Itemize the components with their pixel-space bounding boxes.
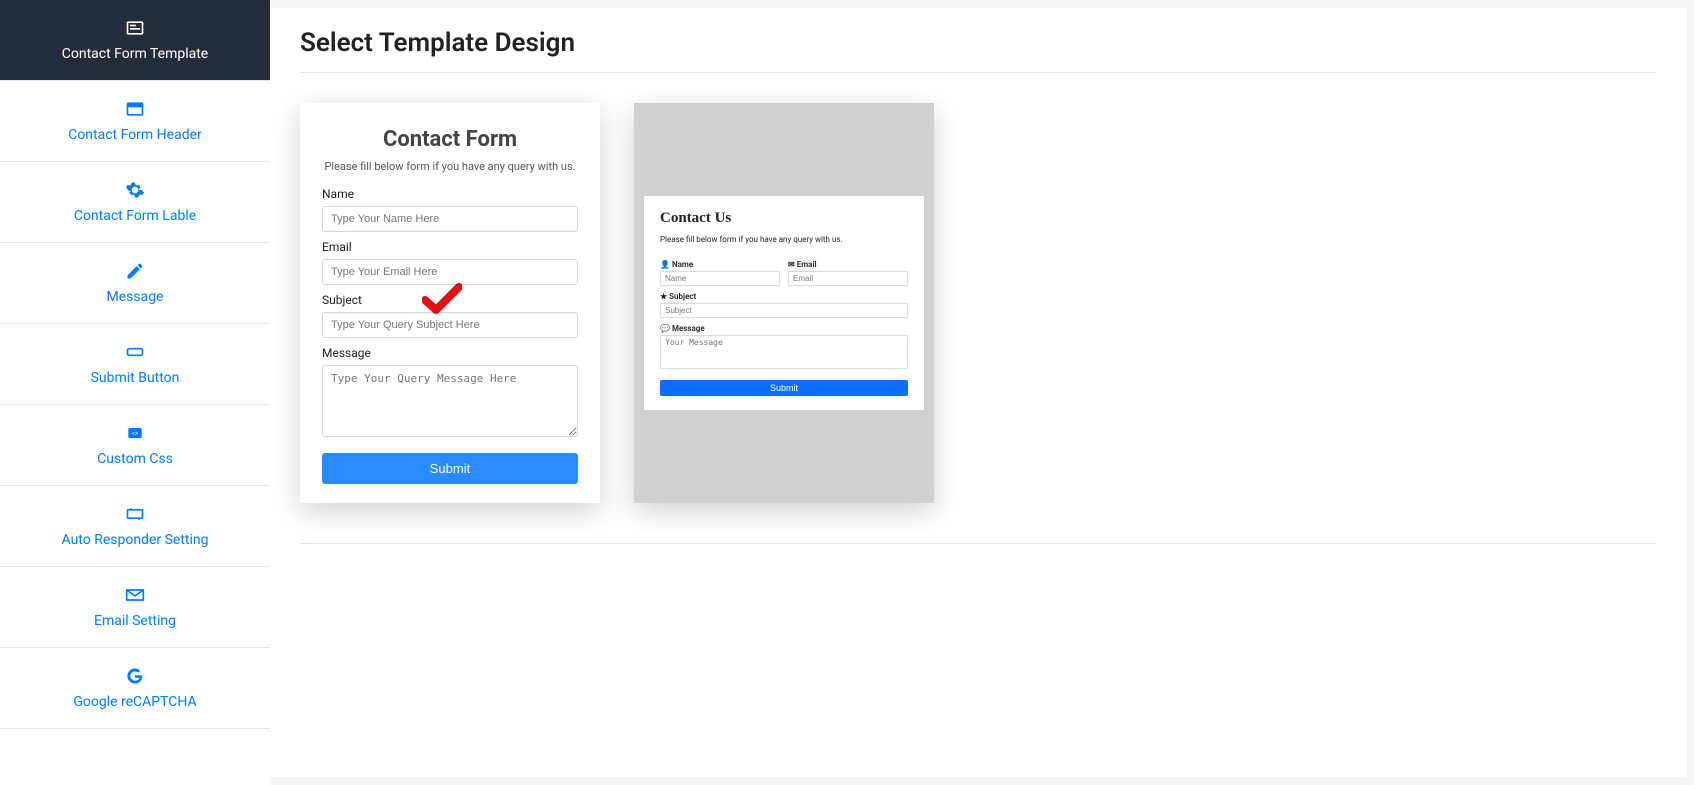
sidebar-item-recaptcha[interactable]: Google reCAPTCHA xyxy=(0,648,270,729)
button-icon xyxy=(125,342,145,362)
sidebar-item-email-setting[interactable]: Email Setting xyxy=(0,567,270,648)
template2-name-input xyxy=(660,271,780,286)
responder-icon xyxy=(125,504,145,524)
header-icon xyxy=(125,99,145,119)
sidebar-item-label: Contact Form Lable xyxy=(74,208,196,224)
code-icon: <> xyxy=(125,423,145,443)
google-icon xyxy=(125,666,145,686)
sidebar-item-template[interactable]: Contact Form Template xyxy=(0,0,270,81)
template1-subject-label: Subject xyxy=(322,293,578,307)
template-option-2[interactable]: Contact Us Please fill below form if you… xyxy=(634,103,934,503)
template1-subtitle: Please fill below form if you have any q… xyxy=(322,160,578,173)
template2-subject-label: ★Subject xyxy=(660,292,908,301)
template2-title: Contact Us xyxy=(660,210,908,227)
template2-email-label: ✉Email xyxy=(788,260,908,269)
sidebar-item-label: Email Setting xyxy=(94,613,176,629)
template2-message-input xyxy=(660,335,908,369)
template1-subject-input xyxy=(322,312,578,338)
sidebar-item-label[interactable]: Contact Form Lable xyxy=(0,162,270,243)
template-list: Contact Form Please fill below form if y… xyxy=(300,103,1656,544)
main-content: Select Template Design Contact Form Plea… xyxy=(270,8,1686,777)
template1-submit-button: Submit xyxy=(322,453,578,484)
gear-icon xyxy=(125,180,145,200)
mail-icon: ✉ xyxy=(788,260,795,269)
template1-preview: Contact Form Please fill below form if y… xyxy=(300,103,600,502)
chat-icon: 💬 xyxy=(660,324,670,333)
template2-submit-button: Submit xyxy=(660,380,908,396)
sidebar-item-message[interactable]: Message xyxy=(0,243,270,324)
template1-message-input xyxy=(322,365,578,437)
template1-email-input xyxy=(322,259,578,285)
mail-icon xyxy=(125,585,145,605)
edit-icon xyxy=(125,261,145,281)
sidebar-item-label: Custom Css xyxy=(97,451,173,467)
sidebar-item-label: Google reCAPTCHA xyxy=(73,694,196,710)
template2-preview: Contact Us Please fill below form if you… xyxy=(644,196,924,410)
sidebar: Contact Form Template Contact Form Heade… xyxy=(0,0,270,785)
sidebar-item-label: Message xyxy=(107,289,164,305)
template1-title: Contact Form xyxy=(322,127,578,152)
sidebar-item-label: Auto Responder Setting xyxy=(62,532,209,548)
form-icon xyxy=(125,18,145,38)
template-option-1[interactable]: Contact Form Please fill below form if y… xyxy=(300,103,600,503)
template2-message-label: 💬Message xyxy=(660,324,908,333)
template1-email-label: Email xyxy=(322,240,578,254)
template2-name-label: 👤Name xyxy=(660,260,780,269)
sidebar-item-custom-css[interactable]: <> Custom Css xyxy=(0,405,270,486)
page-title: Select Template Design xyxy=(300,28,1656,73)
sidebar-item-autoresponder[interactable]: Auto Responder Setting xyxy=(0,486,270,567)
template1-message-label: Message xyxy=(322,346,578,360)
sidebar-item-label: Contact Form Header xyxy=(68,127,202,143)
template1-name-input xyxy=(322,206,578,232)
sidebar-item-submit-button[interactable]: Submit Button xyxy=(0,324,270,405)
user-icon: 👤 xyxy=(660,260,670,269)
template2-subtitle: Please fill below form if you have any q… xyxy=(660,235,908,244)
sidebar-item-label: Submit Button xyxy=(91,370,180,386)
template1-name-label: Name xyxy=(322,187,578,201)
star-icon: ★ xyxy=(660,292,667,301)
sidebar-item-label: Contact Form Template xyxy=(62,46,208,62)
svg-text:<>: <> xyxy=(132,430,139,438)
template2-subject-input xyxy=(660,303,908,318)
sidebar-item-header[interactable]: Contact Form Header xyxy=(0,81,270,162)
template2-email-input xyxy=(788,271,908,286)
